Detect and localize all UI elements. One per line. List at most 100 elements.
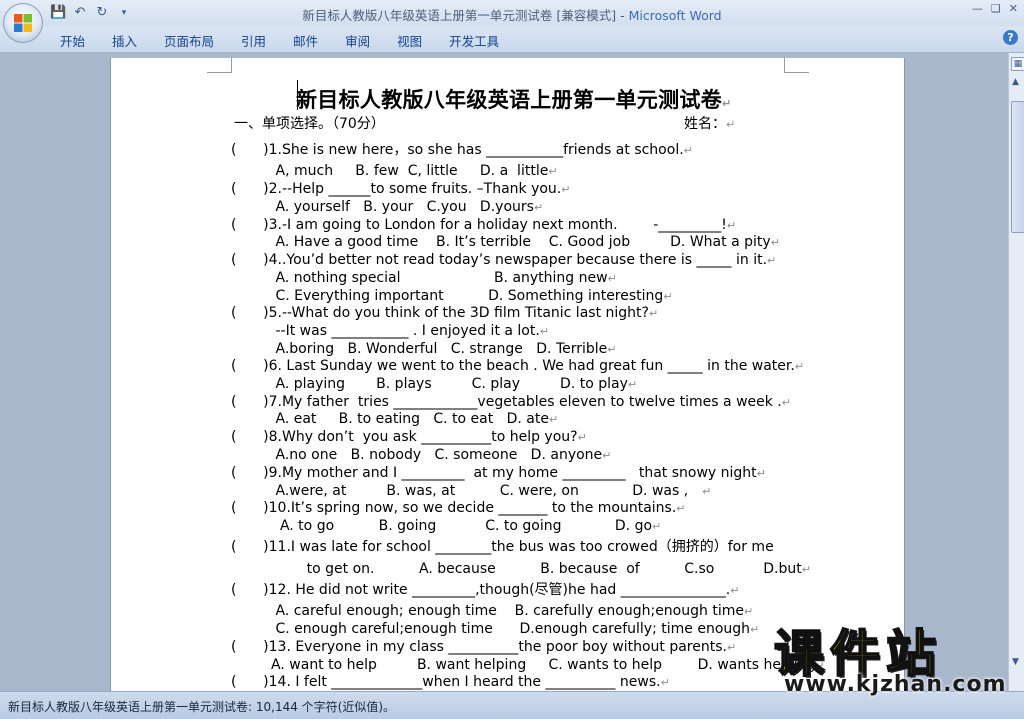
tab-developer[interactable]: 开发工具 — [449, 31, 499, 50]
question-line: ( )10.It’s spring now, so we decide ____… — [231, 500, 686, 517]
paragraph-mark-icon: ↵ — [688, 485, 712, 498]
crop-mark-right — [784, 58, 809, 73]
paragraph-mark-icon: ↵ — [627, 378, 638, 391]
option-line: A. eat B. to eating C. to eat D. ate↵ — [231, 411, 559, 428]
option-line: A.were, at B. was, at C. were, on D. was… — [231, 483, 712, 500]
document-area: 新目标人教版八年级英语上册第一单元测试卷↵ 一、单项选择。（70分） 姓名：↵ … — [0, 53, 1008, 691]
question-line: ( )3.-I am going to London for a holiday… — [231, 217, 736, 234]
paragraph-mark-icon: ↵ — [561, 183, 571, 196]
watermark-logo: 课件站 www.kjzhan.com — [770, 614, 1024, 697]
status-text: 新目标人教版八年级英语上册第一单元测试卷: 10,144 个字符(近似值)。 — [8, 700, 396, 714]
tab-references[interactable]: 引用 — [241, 31, 266, 50]
line-text: ( )4..You’d better not read today’s news… — [231, 252, 768, 268]
line-text: ( )1.She is new here，so she has ________… — [231, 142, 684, 158]
line-text: A. careful enough; enough time B. carefu… — [231, 603, 744, 619]
paragraph-mark-icon: ↵ — [607, 343, 617, 356]
paragraph-mark-icon: ↵ — [663, 290, 673, 303]
document-page[interactable]: 新目标人教版八年级英语上册第一单元测试卷↵ 一、单项选择。（70分） 姓名：↵ … — [110, 58, 905, 691]
line-text: ( )5.--What do you think of the 3D film … — [231, 305, 649, 321]
minimize-icon[interactable]: — — [972, 2, 983, 15]
paragraph-mark-icon: ↵ — [607, 272, 617, 285]
line-text: A.no one B. nobody C. someone D. anyone — [231, 447, 603, 463]
line-text: ( )2.--Help ______to some fruits. –Thank… — [231, 181, 562, 197]
paragraph-mark-icon: ↵ — [730, 584, 740, 597]
vertical-scrollbar[interactable]: ▦ ▲ ▼ — [1008, 53, 1024, 691]
tab-view[interactable]: 视图 — [397, 31, 422, 50]
question-line: ( )11.I was late for school ________the … — [231, 539, 774, 555]
paragraph-mark-icon: ↵ — [683, 144, 693, 157]
name-label: 姓名：↵ — [684, 116, 735, 133]
line-text: A. nothing special B. anything new — [231, 270, 608, 286]
office-logo-icon — [14, 14, 32, 32]
line-text: ( )12. He did not write _________,though… — [231, 582, 731, 598]
line-text: C. enough careful;enough time D.enough c… — [231, 621, 751, 637]
tab-mailings[interactable]: 邮件 — [293, 31, 318, 50]
scroll-up-icon[interactable]: ▲ — [1012, 77, 1019, 87]
line-text: A. want to help B. want helping C. wants… — [231, 657, 816, 673]
paragraph-mark-icon: ↵ — [548, 413, 559, 426]
line-text: ( )14. I felt _____________when I heard … — [231, 674, 661, 690]
paragraph-mark-icon: ↵ — [652, 520, 662, 533]
line-text: ( )8.Why don’t you ask __________to help… — [231, 429, 578, 445]
option-line: A.boring B. Wonderful C. strange D. Terr… — [231, 341, 617, 358]
option-line: A. Have a good time B. It’s terrible C. … — [231, 234, 780, 251]
ribbon-tabs: 开始 插入 页面布局 引用 邮件 审阅 视图 开发工具 — [60, 31, 499, 50]
paragraph-mark-icon: ↵ — [726, 219, 737, 232]
line-text: A. yourself B. your C.you D.yours — [231, 199, 534, 215]
document-name: 新目标人教版八年级英语上册第一单元测试卷 [兼容模式] - — [302, 8, 629, 23]
line-text: A. to go B. going C. to going D. go — [231, 518, 653, 534]
line-text: ( )13. Everyone in my class __________th… — [231, 639, 727, 655]
paragraph-mark-icon: ↵ — [770, 236, 780, 249]
line-text: A.boring B. Wonderful C. strange D. Terr… — [231, 341, 608, 357]
app-name: Microsoft Word — [628, 8, 722, 23]
option-line: C. Everything important D. Something int… — [231, 288, 673, 305]
line-text: ( )11.I was late for school ________the … — [231, 539, 774, 555]
option-line: A. careful enough; enough time B. carefu… — [231, 603, 754, 620]
name-label-text: 姓名： — [684, 116, 726, 132]
option-line: to get on. A. because B. because of C.so… — [231, 561, 811, 578]
paragraph-mark-icon: ↵ — [756, 467, 766, 480]
tab-insert[interactable]: 插入 — [112, 31, 137, 50]
scrollbar-thumb[interactable] — [1011, 101, 1024, 233]
paragraph-mark-icon: ↵ — [743, 605, 754, 618]
paragraph-mark-icon: ↵ — [726, 118, 736, 131]
paragraph-mark-icon: ↵ — [794, 360, 805, 373]
line-text: ( )7.My father tries ____________vegetab… — [231, 394, 782, 410]
tab-home[interactable]: 开始 — [60, 31, 85, 50]
line-text: ( )6. Last Sunday we went to the beach .… — [231, 358, 795, 374]
crop-mark-left — [207, 58, 232, 73]
option-line: A.no one B. nobody C. someone D. anyone↵ — [231, 447, 612, 464]
paragraph-mark-icon: ↵ — [602, 449, 612, 462]
option-line: C. enough careful;enough time D.enough c… — [231, 621, 760, 638]
paragraph-mark-icon: ↵ — [577, 431, 587, 444]
option-line: A. want to help B. want helping C. wants… — [231, 657, 825, 674]
line-text: --It was ___________ . I enjoyed it a lo… — [231, 323, 540, 339]
view-ruler-icon[interactable]: ▦ — [1011, 57, 1024, 71]
paragraph-mark-icon: ↵ — [781, 396, 791, 409]
line-text: ( )9.My mother and I _________ at my hom… — [231, 465, 757, 481]
question-line: ( )2.--Help ______to some fruits. –Thank… — [231, 181, 570, 198]
watermark-url-text: www.kjzhan.com — [784, 672, 1007, 697]
office-button[interactable] — [3, 3, 43, 43]
document-title-text: 新目标人教版八年级英语上册第一单元测试卷 — [296, 88, 722, 112]
ribbon: 开始 插入 页面布局 引用 邮件 审阅 视图 开发工具 ? — [0, 26, 1024, 53]
window-title: 新目标人教版八年级英语上册第一单元测试卷 [兼容模式] - Microsoft … — [0, 5, 1024, 24]
question-line: ( )13. Everyone in my class __________th… — [231, 639, 736, 656]
close-icon[interactable]: ✕ — [1009, 2, 1018, 15]
help-icon[interactable]: ? — [1003, 30, 1018, 45]
question-line: ( )1.She is new here，so she has ________… — [231, 142, 693, 159]
line-text: A, much B. few C, little D. a little — [231, 163, 549, 179]
question-line: ( )8.Why don’t you ask __________to help… — [231, 429, 587, 446]
paragraph-mark-icon: ↵ — [539, 325, 550, 338]
paragraph-mark-icon: ↵ — [722, 97, 732, 110]
question-line: ( )6. Last Sunday we went to the beach .… — [231, 358, 804, 375]
question-line: ( )9.My mother and I _________ at my hom… — [231, 465, 766, 482]
restore-icon[interactable]: ❑ — [991, 2, 1001, 15]
line-text: C. Everything important D. Something int… — [231, 288, 664, 304]
option-line: A, much B. few C, little D. a little↵ — [231, 163, 558, 180]
tab-page-layout[interactable]: 页面布局 — [164, 31, 214, 50]
section-heading: 一、单项选择。（70分） — [234, 116, 385, 132]
paragraph-mark-icon: ↵ — [767, 254, 777, 267]
tab-review[interactable]: 审阅 — [345, 31, 370, 50]
paragraph-mark-icon: ↵ — [660, 676, 670, 689]
